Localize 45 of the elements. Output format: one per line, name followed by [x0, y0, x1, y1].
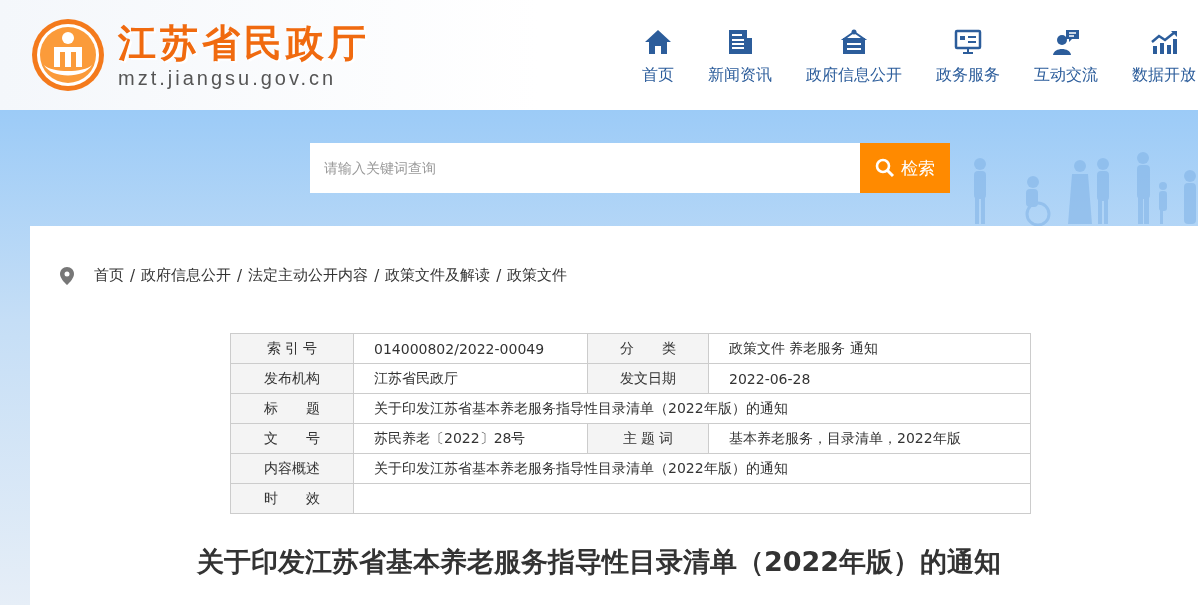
breadcrumb-separator: /: [374, 266, 380, 285]
breadcrumb-separator: /: [237, 266, 243, 285]
logo-emblem-icon: [30, 17, 106, 93]
field-label: 时 效: [230, 483, 354, 514]
bar-chart-icon: [1150, 29, 1178, 55]
field-value: 江苏省民政厅: [353, 363, 588, 394]
field-value: 基本养老服务，目录清单，2022年版: [708, 423, 1031, 454]
field-value: 苏民养老〔2022〕28号: [353, 423, 588, 454]
location-pin-icon: [60, 266, 74, 285]
field-value: 014000802/2022-00049: [353, 333, 588, 364]
field-value: 关于印发江苏省基本养老服务指导性目录清单（2022年版）的通知: [353, 393, 1031, 424]
breadcrumb-separator: /: [130, 266, 136, 285]
breadcrumb-link[interactable]: 首页: [94, 266, 124, 285]
breadcrumb-link[interactable]: 政府信息公开: [141, 266, 232, 285]
field-label: 主 题 词: [587, 423, 709, 454]
site-url: mzt.jiangsu.gov.cn: [118, 66, 338, 90]
signboard-icon: [840, 29, 868, 55]
breadcrumb-link[interactable]: 法定主动公开内容: [248, 266, 369, 285]
field-label: 分 类: [587, 333, 709, 364]
field-value: 关于印发江苏省基本养老服务指导性目录清单（2022年版）的通知: [353, 453, 1031, 484]
search-icon: [875, 158, 895, 178]
site-name: 江苏省民政厅: [118, 20, 370, 65]
field-value: 政策文件 养老服务 通知: [708, 333, 1031, 364]
home-icon: [644, 29, 672, 55]
field-label: 文 号: [230, 423, 354, 454]
field-label: 标 题: [230, 393, 354, 424]
field-label: 内容概述: [230, 453, 354, 484]
nav-item[interactable]: 政务服务: [919, 29, 1017, 86]
search-field[interactable]: 请输入关键词查询: [310, 143, 860, 193]
breadcrumb-link[interactable]: 政策文件: [507, 266, 568, 285]
nav-item[interactable]: 首页: [642, 29, 691, 86]
field-label: 发布机构: [230, 363, 354, 394]
nav-item[interactable]: 数据开放: [1115, 29, 1198, 86]
field-label: 发文日期: [587, 363, 709, 394]
field-label: 索 引 号: [230, 333, 354, 364]
breadcrumb-link[interactable]: 政策文件及解读: [385, 266, 491, 285]
field-value: 2022-06-28: [708, 363, 1031, 394]
user-chat-icon: [1052, 29, 1080, 55]
breadcrumb-separator: /: [496, 266, 502, 285]
nav-item[interactable]: 政府信息公开: [789, 29, 919, 86]
article-title: 关于印发江苏省基本养老服务指导性目录清单（2022年版）的通知: [195, 545, 1003, 579]
nav-item[interactable]: 互动交流: [1017, 29, 1115, 86]
newspaper-icon: [726, 29, 754, 55]
nav-item[interactable]: 新闻资讯: [691, 29, 789, 86]
monitor-icon: [954, 29, 982, 55]
